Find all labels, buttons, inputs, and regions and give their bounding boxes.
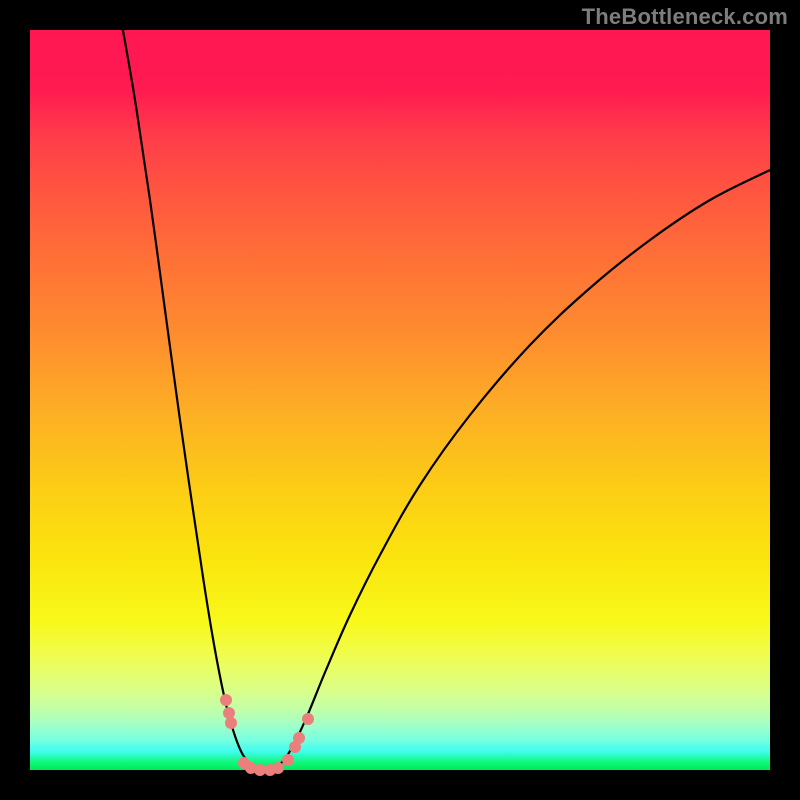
curve-marker (272, 762, 284, 774)
curve-marker (225, 717, 237, 729)
curve-marker (220, 694, 232, 706)
bottleneck-curve-svg (30, 30, 770, 770)
curve-marker (302, 713, 314, 725)
right-branch-curve (265, 170, 770, 770)
curve-marker (282, 754, 294, 766)
curve-marker (223, 707, 235, 719)
watermark-text: TheBottleneck.com (582, 4, 788, 30)
curve-marker (293, 732, 305, 744)
left-branch-curve (122, 25, 265, 770)
chart-plot-area (30, 30, 770, 770)
